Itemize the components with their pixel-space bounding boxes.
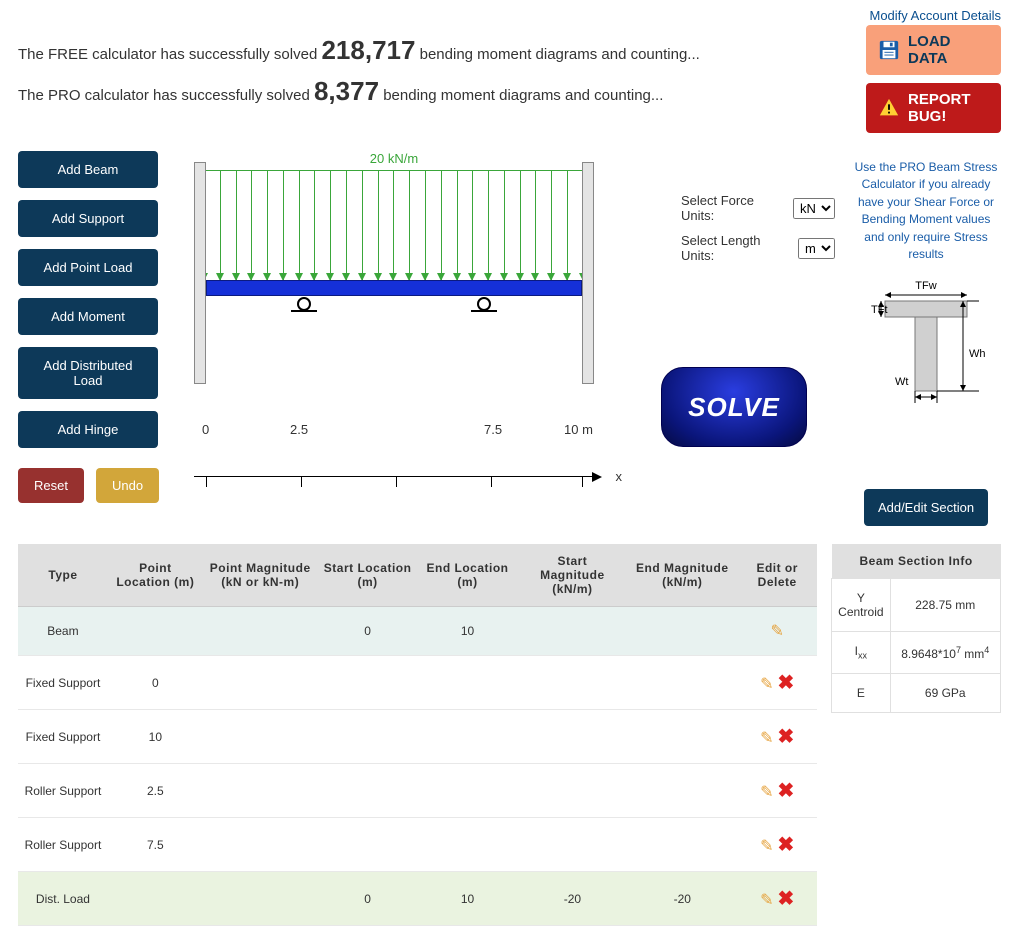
ixx-value: 8.9648*107 mm4 — [890, 632, 1000, 673]
add-beam-button[interactable]: Add Beam — [18, 151, 158, 188]
force-units-label: Select Force Units: — [681, 193, 787, 223]
delete-icon[interactable]: ✖ — [778, 726, 795, 748]
edit-icon[interactable]: ✎ — [760, 838, 773, 855]
fixed-support-right — [582, 162, 594, 384]
solve-button[interactable]: SOLVE — [661, 367, 807, 447]
col-edit-delete: Edit or Delete — [737, 544, 817, 607]
roller-support-1 — [294, 297, 314, 309]
add-moment-button[interactable]: Add Moment — [18, 298, 158, 335]
pro-stress-note[interactable]: Use the PRO Beam Stress Calculator if yo… — [851, 159, 1001, 263]
fixed-support-left — [194, 162, 206, 384]
edit-icon[interactable]: ✎ — [770, 623, 783, 640]
col-point-location: Point Location (m) — [108, 544, 203, 607]
y-centroid-label: Y Centroid — [832, 579, 890, 632]
col-end-magnitude: End Magnitude (kN/m) — [627, 544, 737, 607]
svg-text:Wh: Wh — [969, 348, 985, 360]
reset-button[interactable]: Reset — [18, 468, 84, 503]
table-row: Fixed Support10✎✖ — [18, 710, 817, 764]
load-arrows — [204, 170, 584, 280]
edit-icon[interactable]: ✎ — [760, 676, 773, 693]
table-row: Roller Support2.5✎✖ — [18, 764, 817, 818]
add-point-load-button[interactable]: Add Point Load — [18, 249, 158, 286]
beam-diagram: 20 kN/m 0 2.5 7.5 10 m — [194, 151, 634, 477]
add-edit-section-button[interactable]: Add/Edit Section — [864, 489, 988, 526]
col-type: Type — [18, 544, 108, 607]
delete-icon[interactable]: ✖ — [778, 888, 795, 910]
add-distributed-load-button[interactable]: Add Distributed Load — [18, 347, 158, 399]
edit-icon[interactable]: ✎ — [760, 892, 773, 909]
warning-icon — [878, 97, 900, 119]
undo-button[interactable]: Undo — [96, 468, 159, 503]
svg-text:Wt: Wt — [895, 376, 908, 388]
report-bug-button[interactable]: REPORT BUG! — [866, 83, 1001, 133]
col-end-location: End Location (m) — [418, 544, 518, 607]
table-row: Beam010✎ — [18, 607, 817, 656]
col-start-magnitude: Start Magnitude (kN/m) — [517, 544, 627, 607]
table-row: Dist. Load010-20-20✎✖ — [18, 872, 817, 926]
load-data-button[interactable]: LOAD DATA — [866, 25, 1001, 75]
edit-icon[interactable]: ✎ — [760, 730, 773, 747]
y-centroid-value: 228.75 mm — [890, 579, 1000, 632]
modify-account-link[interactable]: Modify Account Details — [869, 8, 1001, 23]
col-point-magnitude: Point Magnitude (kN or kN-m) — [203, 544, 318, 607]
e-label: E — [832, 673, 890, 712]
table-row: Roller Support7.5✎✖ — [18, 818, 817, 872]
delete-icon[interactable]: ✖ — [778, 834, 795, 856]
elements-table: Type Point Location (m) Point Magnitude … — [18, 544, 817, 926]
beam-section-diagram: TFw TFt Wh Wt — [867, 277, 985, 407]
edit-icon[interactable]: ✎ — [760, 784, 773, 801]
section-info-table: Beam Section Info Y Centroid 228.75 mm I… — [831, 544, 1001, 712]
col-start-location: Start Location (m) — [318, 544, 418, 607]
x-axis: 0 2.5 7.5 10 m x — [194, 456, 594, 477]
length-units-label: Select Length Units: — [681, 233, 792, 263]
svg-text:TFw: TFw — [915, 280, 936, 292]
delete-icon[interactable]: ✖ — [778, 672, 795, 694]
force-units-select[interactable]: kN — [793, 198, 835, 219]
e-value: 69 GPa — [890, 673, 1000, 712]
pro-stats: The PRO calculator has successfully solv… — [18, 76, 801, 107]
roller-support-2 — [474, 297, 494, 309]
length-units-select[interactable]: m — [798, 238, 835, 259]
section-info-title: Beam Section Info — [832, 544, 1001, 579]
add-support-button[interactable]: Add Support — [18, 200, 158, 237]
delete-icon[interactable]: ✖ — [778, 780, 795, 802]
beam-element — [206, 280, 582, 296]
free-stats: The FREE calculator has successfully sol… — [18, 35, 801, 66]
ixx-label: Ixx — [832, 632, 890, 673]
add-hinge-button[interactable]: Add Hinge — [18, 411, 158, 448]
save-icon — [878, 39, 900, 61]
table-row: Fixed Support0✎✖ — [18, 656, 817, 710]
distributed-load-label: 20 kN/m — [204, 151, 584, 166]
